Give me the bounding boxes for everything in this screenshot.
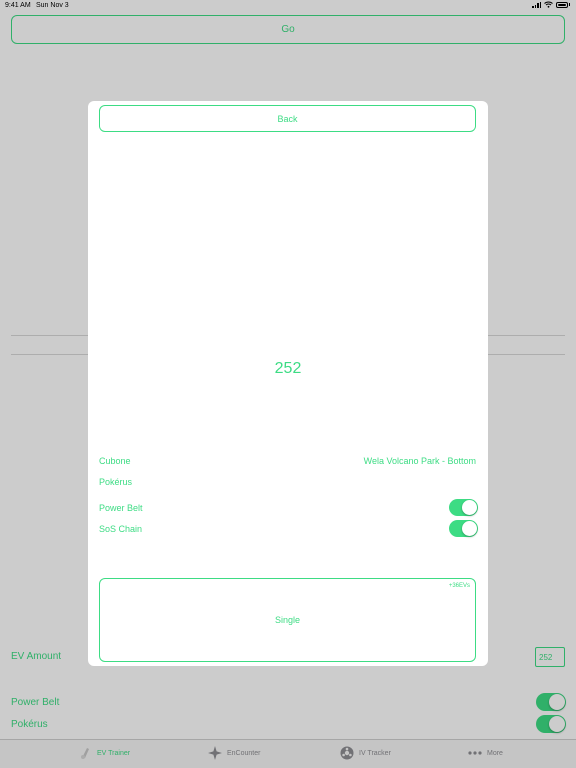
- toggle-knob: [462, 500, 477, 515]
- sos-chain-toggle[interactable]: [449, 520, 478, 537]
- sos-chain-label: SoS Chain: [99, 524, 143, 534]
- pokerus-label: Pokérus: [99, 477, 133, 487]
- single-label: Single: [274, 615, 301, 625]
- power-belt-label: Power Belt: [99, 503, 143, 513]
- location-label: Wela Volcano Park - Bottom: [363, 456, 476, 466]
- back-button[interactable]: Back: [99, 105, 476, 132]
- ev-gain-badge: +36EVs: [448, 583, 470, 589]
- power-belt-toggle[interactable]: [449, 499, 478, 516]
- single-encounter-button[interactable]: +36EVs Single: [99, 578, 476, 662]
- ev-total: 252: [274, 360, 302, 377]
- pokemon-name: Cubone: [99, 456, 131, 466]
- encounter-modal: Back 252 Cubone Wela Volcano Park - Bott…: [88, 101, 488, 666]
- toggle-knob: [462, 521, 477, 536]
